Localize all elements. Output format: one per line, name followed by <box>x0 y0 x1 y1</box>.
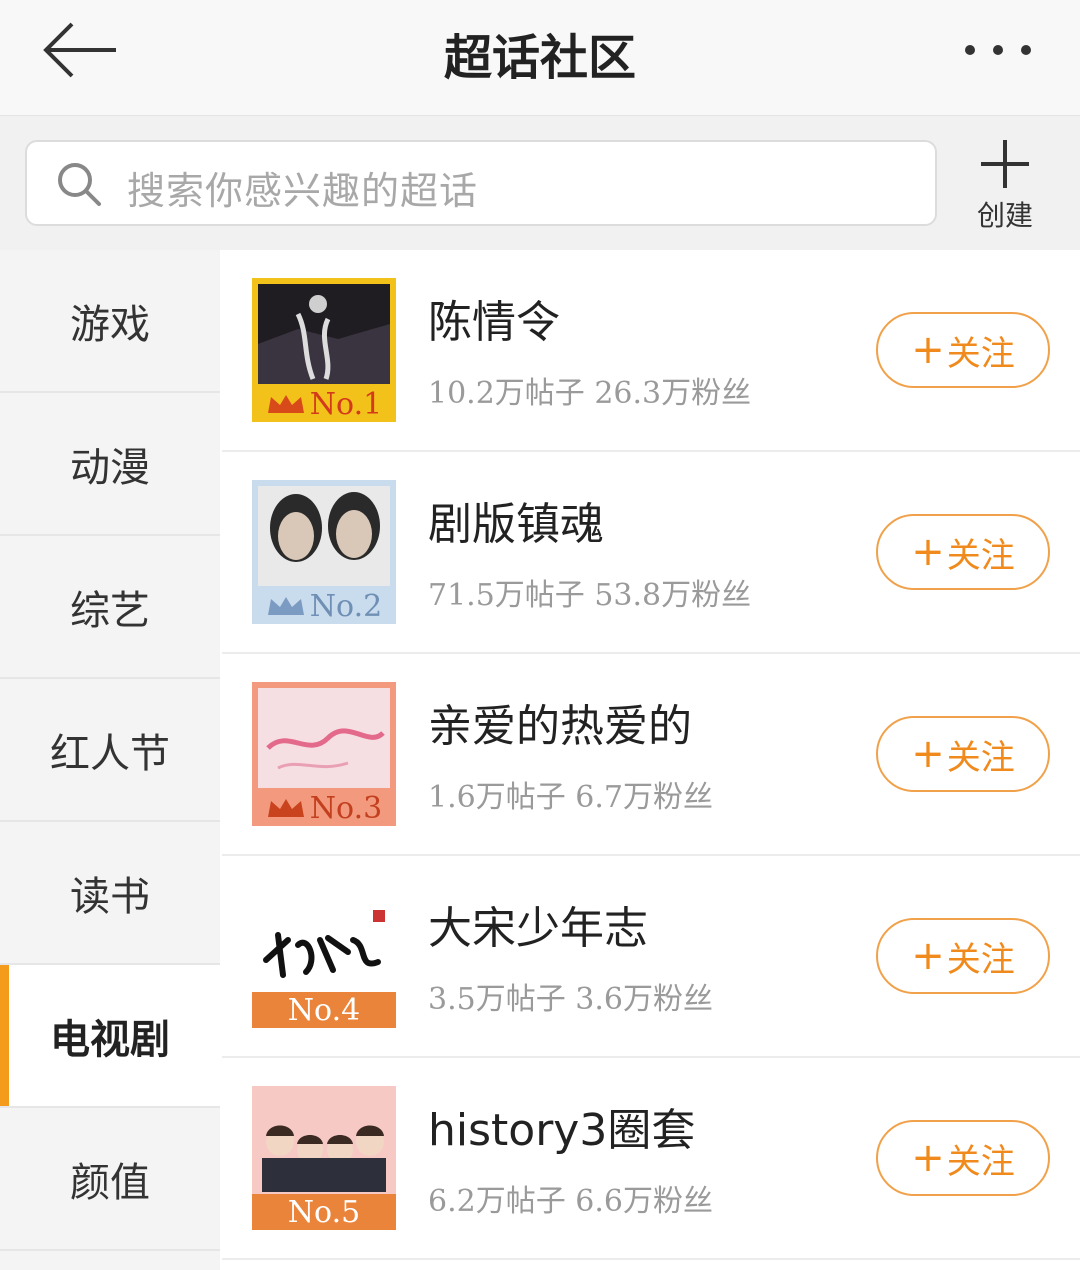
rank-badge: No.1 <box>252 386 396 422</box>
plus-icon: + <box>911 933 945 979</box>
rank-badge: No.2 <box>252 588 396 624</box>
follow-label: 关注 <box>946 737 1015 778</box>
sidebar-item-looks[interactable]: 颜值 <box>0 1108 220 1251</box>
top-bar: 超话社区 <box>0 0 1080 116</box>
search-input[interactable]: 搜索你感兴趣的超话 <box>25 140 937 226</box>
sidebar-item-label: 红人节 <box>50 730 170 777</box>
poster-image <box>258 284 390 384</box>
rank-label: No.5 <box>287 1194 361 1230</box>
plus-icon: + <box>911 1135 945 1181</box>
topic-stats: 6.2万帖子 6.6万粉丝 <box>428 1184 713 1219</box>
rank-badge: No.5 <box>252 1194 396 1230</box>
rank-badge: No.3 <box>252 790 396 826</box>
page-title: 超话社区 <box>443 30 636 86</box>
poster-image <box>258 688 390 788</box>
sidebar-item-label: 动漫 <box>70 444 150 491</box>
rank-badge: No.4 <box>252 992 396 1028</box>
sidebar-item-tv-drama[interactable]: 电视剧 <box>0 965 220 1108</box>
follow-button[interactable]: + 关注 <box>876 918 1050 994</box>
category-sidebar: 游戏 动漫 综艺 红人节 读书 电视剧 颜值 <box>0 250 220 1270</box>
topic-list: No.1 陈情令 10.2万帖子 26.3万粉丝 + 关注 No.2 剧版镇魂 … <box>222 250 1080 1270</box>
sidebar-item-label: 颜值 <box>70 1159 150 1206</box>
rank-label: No.4 <box>287 992 361 1028</box>
topic-name: 陈情令 <box>428 297 560 348</box>
sidebar-item-label: 电视剧 <box>50 1016 170 1063</box>
crown-icon <box>267 395 304 413</box>
rank-label: No.3 <box>309 790 383 826</box>
search-placeholder: 搜索你感兴趣的超话 <box>127 169 479 213</box>
follow-button[interactable]: + 关注 <box>876 312 1050 388</box>
plus-icon <box>981 140 1029 188</box>
active-marker <box>0 965 9 1106</box>
follow-label: 关注 <box>946 535 1015 576</box>
poster-image <box>258 486 390 586</box>
topic-row[interactable]: No.5 history3圈套 6.2万帖子 6.6万粉丝 + 关注 <box>222 1058 1080 1260</box>
plus-icon: + <box>911 327 945 373</box>
rank-label: No.1 <box>309 386 383 422</box>
topic-row[interactable]: No.2 剧版镇魂 71.5万帖子 53.8万粉丝 + 关注 <box>222 452 1080 654</box>
search-area: 搜索你感兴趣的超话 创建 <box>0 116 1080 250</box>
sidebar-item-influencer[interactable]: 红人节 <box>0 679 220 822</box>
sidebar-item-label: 游戏 <box>70 301 150 348</box>
follow-label: 关注 <box>946 939 1015 980</box>
poster-image <box>258 890 390 990</box>
create-label: 创建 <box>976 199 1033 232</box>
more-button[interactable] <box>960 30 1040 70</box>
create-button[interactable]: 创建 <box>960 136 1050 236</box>
plus-icon: + <box>911 731 945 777</box>
topic-name: 剧版镇魂 <box>428 499 604 550</box>
sidebar-item-games[interactable]: 游戏 <box>0 250 220 393</box>
crown-icon <box>267 799 304 817</box>
sidebar-item-reading[interactable]: 读书 <box>0 822 220 965</box>
poster-image <box>258 1092 390 1192</box>
plus-icon: + <box>911 529 945 575</box>
sidebar-item-label: 读书 <box>70 873 150 920</box>
topic-row[interactable]: No.4 大宋少年志 3.5万帖子 3.6万粉丝 + 关注 <box>222 856 1080 1058</box>
topic-stats: 3.5万帖子 3.6万粉丝 <box>428 982 713 1017</box>
topic-thumbnail: No.2 <box>252 480 396 624</box>
rank-label: No.2 <box>309 588 383 624</box>
sidebar-item-variety[interactable]: 综艺 <box>0 536 220 679</box>
topic-name: 大宋少年志 <box>428 903 648 954</box>
follow-button[interactable]: + 关注 <box>876 716 1050 792</box>
topic-thumbnail: No.3 <box>252 682 396 826</box>
topic-thumbnail: No.4 <box>252 884 396 1028</box>
sidebar-item-label: 综艺 <box>70 587 150 634</box>
topic-thumbnail: No.5 <box>252 1086 396 1230</box>
search-icon <box>58 163 101 206</box>
topic-row[interactable]: No.3 亲爱的热爱的 1.6万帖子 6.7万粉丝 + 关注 <box>222 654 1080 856</box>
topic-stats: 10.2万帖子 26.3万粉丝 <box>428 376 752 411</box>
topic-thumbnail: No.1 <box>252 278 396 422</box>
topic-stats: 1.6万帖子 6.7万粉丝 <box>428 780 713 815</box>
follow-label: 关注 <box>946 333 1015 374</box>
follow-button[interactable]: + 关注 <box>876 514 1050 590</box>
crown-icon <box>267 597 304 615</box>
topic-name: 亲爱的热爱的 <box>428 701 692 752</box>
sidebar-item-anime[interactable]: 动漫 <box>0 393 220 536</box>
follow-button[interactable]: + 关注 <box>876 1120 1050 1196</box>
topic-stats: 71.5万帖子 53.8万粉丝 <box>428 578 752 613</box>
more-dots-icon <box>965 45 1031 55</box>
topic-row[interactable]: No.1 陈情令 10.2万帖子 26.3万粉丝 + 关注 <box>222 250 1080 452</box>
topic-name: history3圈套 <box>428 1105 696 1156</box>
follow-label: 关注 <box>946 1141 1015 1182</box>
